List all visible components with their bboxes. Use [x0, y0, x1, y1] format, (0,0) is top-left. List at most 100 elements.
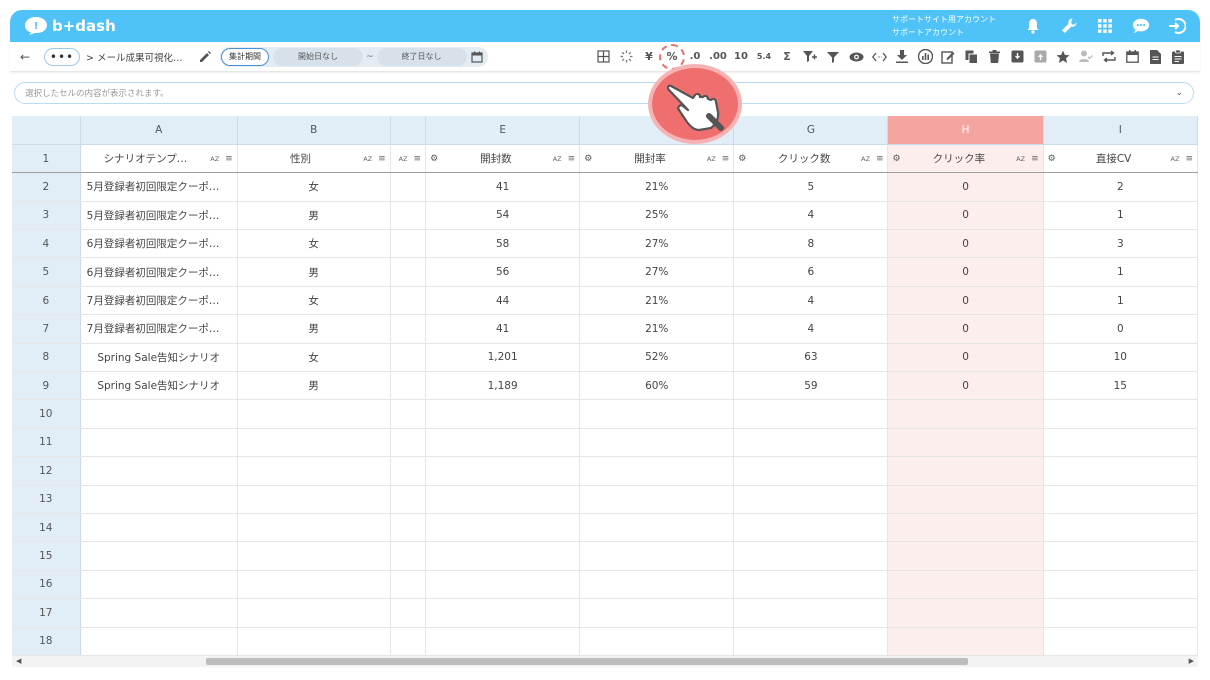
grid-cell[interactable]	[733, 598, 889, 628]
grid-cell[interactable]: 4	[733, 201, 889, 231]
grid-cell[interactable]: 6	[733, 257, 889, 287]
field-header-cell[interactable]: AZ ≡	[390, 144, 427, 174]
grid-cell[interactable]	[1043, 513, 1198, 543]
grid-cell[interactable]	[579, 513, 735, 543]
field-header-cell[interactable]: ⚙ 直接CV AZ ≡	[1043, 144, 1198, 174]
chart-icon[interactable]	[917, 49, 933, 65]
apps-grid-icon[interactable]	[1096, 17, 1114, 35]
repeat-icon[interactable]	[1101, 49, 1117, 65]
grid-cell[interactable]: 15	[1043, 371, 1198, 401]
grid-cell[interactable]	[579, 428, 735, 458]
row-number[interactable]: 2	[12, 172, 81, 202]
row-number[interactable]: 8	[12, 343, 81, 373]
grid-cell[interactable]: 女	[237, 343, 391, 373]
column-filter-icon[interactable]: ≡	[414, 154, 422, 164]
grid-cell[interactable]	[579, 399, 735, 429]
grid-cell[interactable]: 60%	[579, 371, 735, 401]
grid-cell[interactable]	[425, 627, 581, 656]
grid-cell[interactable]: 0	[887, 172, 1044, 202]
grid-cell[interactable]	[425, 513, 581, 543]
grid-cell[interactable]	[1043, 456, 1198, 486]
grid-cell[interactable]: 44	[425, 286, 581, 316]
column-header-G[interactable]: G	[733, 116, 889, 145]
scroll-left-icon[interactable]: ◀	[16, 656, 21, 667]
copy-icon[interactable]	[963, 49, 979, 65]
grid-cell[interactable]	[579, 570, 735, 600]
field-header-cell[interactable]: ⚙ クリック数 AZ ≡	[733, 144, 889, 174]
column-filter-icon[interactable]: ≡	[722, 154, 730, 164]
breadcrumb[interactable]: > メール成果可視化…	[86, 50, 194, 64]
grid-cell[interactable]: 63	[733, 343, 889, 373]
grid-cell[interactable]	[390, 570, 427, 600]
row-number[interactable]: 11	[12, 428, 81, 458]
calendar-tool-icon[interactable]	[1124, 49, 1140, 65]
grid-cell[interactable]: 59	[733, 371, 889, 401]
row-number[interactable]: 18	[12, 627, 81, 656]
grid-cell[interactable]	[887, 627, 1044, 656]
grid-cell[interactable]: 1	[1043, 286, 1198, 316]
grid-cell[interactable]	[425, 598, 581, 628]
grid-cell[interactable]	[390, 172, 427, 202]
row-number[interactable]: 16	[12, 570, 81, 600]
grid-cell[interactable]	[80, 513, 238, 543]
row-number[interactable]: 10	[12, 399, 81, 429]
sort-az-icon[interactable]: AZ	[1016, 155, 1025, 163]
row-number[interactable]: 7	[12, 314, 81, 344]
number-format-button[interactable]: 5.4	[756, 49, 772, 65]
grid-cell[interactable]	[390, 286, 427, 316]
star-icon[interactable]	[1055, 49, 1071, 65]
grid-cell[interactable]: 27%	[579, 229, 735, 259]
grid-cell[interactable]: 58	[425, 229, 581, 259]
grid-cell[interactable]	[887, 456, 1044, 486]
grid-cell[interactable]: 4	[733, 314, 889, 344]
grid-cell[interactable]	[80, 399, 238, 429]
row-number[interactable]: 1	[12, 144, 81, 174]
row-number[interactable]: 5	[12, 257, 81, 287]
gear-icon[interactable]: ⚙	[892, 154, 901, 164]
column-header-I[interactable]: I	[1043, 116, 1198, 145]
period-label-button[interactable]: 集計期間	[221, 47, 269, 66]
sort-az-icon[interactable]: AZ	[1171, 155, 1180, 163]
grid-cell[interactable]	[887, 598, 1044, 628]
grid-cell[interactable]: 0	[887, 343, 1044, 373]
increase-decimal-button[interactable]: .00	[709, 49, 727, 65]
grid-cell[interactable]	[733, 570, 889, 600]
column-filter-icon[interactable]: ≡	[568, 154, 576, 164]
grid-cell[interactable]: 1	[1043, 257, 1198, 287]
grid-cell[interactable]: 52%	[579, 343, 735, 373]
grid-cell[interactable]	[425, 541, 581, 571]
grid-cell[interactable]: 21%	[579, 172, 735, 202]
grid-cell[interactable]	[237, 541, 391, 571]
column-header-H[interactable]: H	[887, 116, 1044, 145]
grid-cell[interactable]	[390, 428, 427, 458]
row-number[interactable]: 17	[12, 598, 81, 628]
grid-cell[interactable]	[887, 541, 1044, 571]
eye-icon[interactable]	[848, 49, 864, 65]
account-info[interactable]: サポートサイト用アカウント サポートアカウント	[892, 13, 996, 39]
grid-cell[interactable]: 6月登録者初回限定クーポ…	[80, 229, 238, 259]
gear-icon[interactable]: ⚙	[584, 154, 593, 164]
grid-cell[interactable]: 27%	[579, 257, 735, 287]
edit-note-icon[interactable]	[940, 49, 956, 65]
sort-az-icon[interactable]: AZ	[363, 155, 372, 163]
table-grid-icon[interactable]	[595, 49, 611, 65]
grid-cell[interactable]	[579, 627, 735, 656]
loading-spinner-icon[interactable]	[618, 49, 634, 65]
row-number[interactable]: 12	[12, 456, 81, 486]
grid-cell[interactable]	[1043, 485, 1198, 514]
field-header-cell[interactable]: ⚙ 開封率 AZ ≡	[579, 144, 735, 174]
decrease-decimal-button[interactable]: .0	[687, 49, 703, 65]
grid-cell[interactable]	[1043, 598, 1198, 628]
grid-cell[interactable]	[237, 570, 391, 600]
grid-cell[interactable]	[80, 627, 238, 656]
field-header-cell[interactable]: ⚙ 開封数 AZ ≡	[425, 144, 581, 174]
grid-cell[interactable]	[887, 485, 1044, 514]
user-check-icon[interactable]	[1078, 49, 1094, 65]
scrollbar-thumb[interactable]	[206, 658, 968, 665]
grid-cell[interactable]	[390, 314, 427, 344]
grid-cell[interactable]	[1043, 627, 1198, 656]
grid-cell[interactable]	[1043, 541, 1198, 571]
percent-format-button[interactable]: %	[659, 43, 685, 70]
grid-cell[interactable]	[80, 570, 238, 600]
grid-cell[interactable]	[390, 257, 427, 287]
